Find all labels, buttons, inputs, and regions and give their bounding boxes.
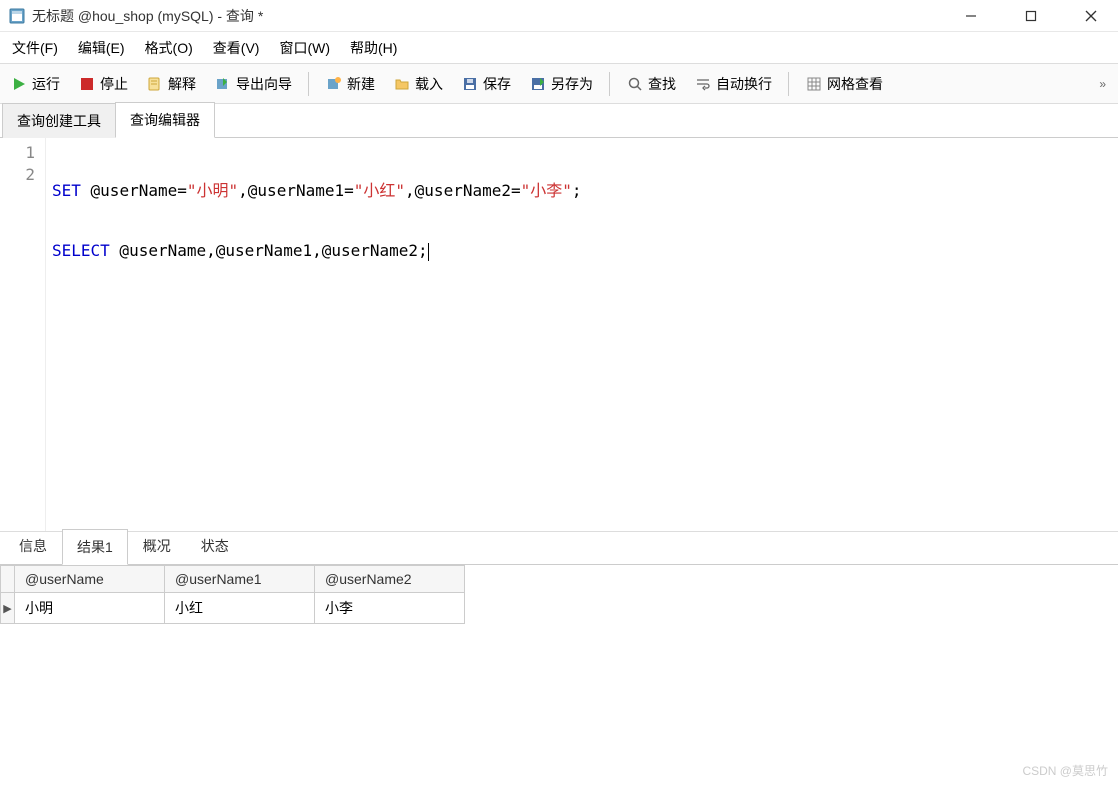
run-button[interactable]: 运行 — [6, 70, 64, 98]
menu-edit[interactable]: 编辑(E) — [70, 34, 133, 62]
export-wizard-button[interactable]: 导出向导 — [210, 70, 296, 98]
menu-bar: 文件(F) 编辑(E) 格式(O) 查看(V) 窗口(W) 帮助(H) — [0, 32, 1118, 64]
result-tab-info[interactable]: 信息 — [4, 528, 62, 564]
toolbar-separator — [308, 72, 309, 96]
editor-tab-bar: 查询创建工具 查询编辑器 — [0, 104, 1118, 138]
tab-query-builder[interactable]: 查询创建工具 — [2, 103, 116, 138]
find-label: 查找 — [648, 74, 676, 94]
maximize-button[interactable] — [1008, 1, 1054, 31]
text-cursor — [428, 243, 429, 261]
column-header[interactable]: @userName — [15, 566, 165, 593]
result-tab-profile[interactable]: 概况 — [128, 528, 186, 564]
document-icon — [146, 75, 164, 93]
stop-label: 停止 — [100, 74, 128, 94]
grid-view-label: 网格查看 — [827, 74, 883, 94]
app-icon — [8, 7, 26, 25]
menu-format[interactable]: 格式(O) — [137, 34, 201, 62]
tab-query-editor[interactable]: 查询编辑器 — [115, 102, 215, 138]
menu-window[interactable]: 窗口(W) — [271, 34, 338, 62]
stop-button[interactable]: 停止 — [74, 70, 132, 98]
string-literal: "小红" — [354, 181, 405, 200]
close-button[interactable] — [1068, 1, 1114, 31]
line-number: 1 — [0, 142, 35, 164]
result-tab-status[interactable]: 状态 — [186, 528, 244, 564]
sql-editor[interactable]: 1 2 SET @userName="小明",@userName1="小红",@… — [0, 138, 1118, 531]
grid-view-button[interactable]: 网格查看 — [801, 70, 887, 98]
table-cell[interactable]: 小明 — [15, 593, 165, 624]
search-icon — [626, 75, 644, 93]
keyword: SELECT — [52, 241, 110, 260]
export-icon — [214, 75, 232, 93]
result-tab-bar: 信息 结果1 概况 状态 — [0, 531, 1118, 565]
row-marker: ▶ — [1, 593, 15, 624]
new-icon — [325, 75, 343, 93]
table-cell[interactable]: 小红 — [165, 593, 315, 624]
minimize-button[interactable] — [948, 1, 994, 31]
table-row[interactable]: ▶ 小明 小红 小李 — [1, 593, 465, 624]
folder-icon — [393, 75, 411, 93]
toolbar-overflow-icon[interactable]: » — [1093, 77, 1112, 91]
explain-label: 解释 — [168, 74, 196, 94]
explain-button[interactable]: 解释 — [142, 70, 200, 98]
column-header[interactable]: @userName2 — [315, 566, 465, 593]
line-gutter: 1 2 — [0, 138, 46, 531]
window-title: 无标题 @hou_shop (mySQL) - 查询 * — [32, 6, 948, 26]
new-label: 新建 — [347, 74, 375, 94]
string-literal: "小李" — [521, 181, 572, 200]
auto-wrap-button[interactable]: 自动换行 — [690, 70, 776, 98]
result-table[interactable]: @userName @userName1 @userName2 ▶ 小明 小红 … — [0, 565, 465, 624]
menu-help[interactable]: 帮助(H) — [342, 34, 405, 62]
menu-file[interactable]: 文件(F) — [4, 34, 66, 62]
column-header[interactable]: @userName1 — [165, 566, 315, 593]
save-label: 保存 — [483, 74, 511, 94]
toolbar: 运行 停止 解释 导出向导 新建 载入 保存 另存为 查找 自动换行 网格查看 … — [0, 64, 1118, 104]
keyword: SET — [52, 181, 81, 200]
load-button[interactable]: 载入 — [389, 70, 447, 98]
toolbar-separator — [609, 72, 610, 96]
result-pane: @userName @userName1 @userName2 ▶ 小明 小红 … — [0, 565, 1118, 785]
run-label: 运行 — [32, 74, 60, 94]
wrap-icon — [694, 75, 712, 93]
auto-wrap-label: 自动换行 — [716, 74, 772, 94]
find-button[interactable]: 查找 — [622, 70, 680, 98]
save-button[interactable]: 保存 — [457, 70, 515, 98]
row-selector-header — [1, 566, 15, 593]
load-label: 载入 — [415, 74, 443, 94]
save-icon — [461, 75, 479, 93]
save-as-icon — [529, 75, 547, 93]
line-number: 2 — [0, 164, 35, 186]
stop-icon — [78, 75, 96, 93]
title-bar: 无标题 @hou_shop (mySQL) - 查询 * — [0, 0, 1118, 32]
new-button[interactable]: 新建 — [321, 70, 379, 98]
save-as-label: 另存为 — [551, 74, 593, 94]
toolbar-separator — [788, 72, 789, 96]
grid-icon — [805, 75, 823, 93]
result-tab-result1[interactable]: 结果1 — [62, 529, 128, 565]
play-icon — [10, 75, 28, 93]
menu-view[interactable]: 查看(V) — [205, 34, 268, 62]
string-literal: "小明" — [187, 181, 238, 200]
table-header-row: @userName @userName1 @userName2 — [1, 566, 465, 593]
export-label: 导出向导 — [236, 74, 292, 94]
save-as-button[interactable]: 另存为 — [525, 70, 597, 98]
code-area[interactable]: SET @userName="小明",@userName1="小红",@user… — [46, 138, 588, 531]
table-cell[interactable]: 小李 — [315, 593, 465, 624]
